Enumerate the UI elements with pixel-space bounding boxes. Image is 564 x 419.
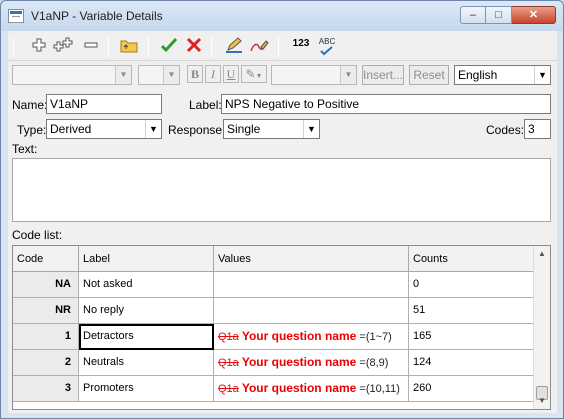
- codes-field[interactable]: 3: [524, 119, 551, 139]
- folder-up-icon[interactable]: [118, 37, 140, 57]
- row-count: 51: [409, 298, 534, 324]
- app-icon: [8, 9, 24, 23]
- name-label: Name:: [12, 98, 48, 112]
- chevron-down-icon: ▼: [303, 120, 319, 138]
- insert-button[interactable]: Insert...: [362, 65, 404, 85]
- value-expression: =(8,9): [359, 357, 389, 369]
- variable-details-window: V1aNP - Variable Details – □ ✕ 123 ABC ▼…: [0, 0, 564, 419]
- chevron-down-icon: ▼: [163, 66, 179, 84]
- type-select[interactable]: Derived ▼: [46, 119, 162, 139]
- row-count: 124: [409, 350, 534, 376]
- bold-button[interactable]: B: [187, 65, 203, 83]
- pen-icon: ✎: [245, 67, 256, 81]
- codes-label: Codes:: [486, 123, 525, 137]
- style-select[interactable]: ▼: [271, 65, 357, 85]
- header-label[interactable]: Label: [79, 246, 214, 272]
- old-question-ref: Q1a: [218, 357, 239, 369]
- plus-plus-icon[interactable]: [53, 37, 75, 57]
- old-question-ref: Q1a: [218, 331, 239, 343]
- question-name-annotation: Your question name: [241, 329, 357, 343]
- row-code: 3: [13, 376, 79, 402]
- row-label[interactable]: Promoters: [79, 376, 214, 402]
- question-name-annotation: Your question name: [241, 381, 357, 395]
- value-expression: =(1~7): [359, 331, 392, 343]
- font-name-select[interactable]: ▼: [12, 65, 132, 85]
- minus-icon[interactable]: [80, 37, 102, 57]
- chevron-down-icon: ▼: [534, 66, 550, 84]
- font-size-select[interactable]: ▼: [138, 65, 180, 85]
- row-code: 1: [13, 324, 79, 350]
- spellcheck-icon[interactable]: ABC: [316, 37, 338, 57]
- row-values[interactable]: [214, 272, 409, 298]
- type-value: Derived: [50, 122, 92, 136]
- code-list-label: Code list:: [12, 228, 63, 242]
- header-counts[interactable]: Counts: [409, 246, 534, 272]
- chevron-down-icon: ▼: [145, 120, 161, 138]
- maximize-button[interactable]: □: [486, 6, 512, 24]
- row-count: 165: [409, 324, 534, 350]
- row-code: NA: [13, 272, 79, 298]
- label-field[interactable]: NPS Negative to Positive: [221, 94, 551, 114]
- header-values[interactable]: Values: [214, 246, 409, 272]
- label-label: Label:: [189, 98, 222, 112]
- type-label: Type:: [17, 123, 47, 137]
- chevron-down-icon: ▼: [115, 66, 131, 84]
- title-bar[interactable]: V1aNP - Variable Details – □ ✕: [1, 1, 563, 31]
- highlight-button[interactable]: ✎▼: [241, 65, 267, 83]
- response-value: Single: [227, 122, 261, 136]
- row-label[interactable]: Not asked: [79, 272, 214, 298]
- scroll-up-icon[interactable]: ▲: [534, 246, 550, 262]
- language-value: English: [458, 68, 498, 82]
- row-count: 0: [409, 272, 534, 298]
- numbering-text: 123: [292, 38, 310, 49]
- language-select[interactable]: English ▼: [454, 65, 551, 85]
- spellcheck-text: ABC: [318, 37, 336, 46]
- scroll-down-icon[interactable]: ▼: [534, 393, 550, 409]
- close-button[interactable]: ✕: [512, 6, 556, 24]
- old-question-ref: Q1a: [218, 383, 239, 395]
- row-code: NR: [13, 298, 79, 324]
- row-values[interactable]: Q1a Your question name =(8,9): [214, 350, 409, 376]
- row-code: 2: [13, 350, 79, 376]
- row-label-selected[interactable]: Detractors: [79, 324, 214, 350]
- main-toolbar: 123 ABC: [8, 31, 557, 61]
- dialog-body: 123 ABC ▼ ▼ B I U ✎▼ ▼ Insert... Reset E…: [8, 31, 557, 413]
- italic-button[interactable]: I: [205, 65, 221, 83]
- edit-icon[interactable]: [223, 37, 245, 57]
- row-values[interactable]: Q1a Your question name =(10,11): [214, 376, 409, 402]
- chart-edit-icon[interactable]: [248, 37, 270, 57]
- response-label: Response:: [168, 123, 226, 137]
- row-values[interactable]: [214, 298, 409, 324]
- text-label: Text:: [12, 142, 38, 156]
- cross-icon[interactable]: [183, 37, 205, 57]
- numbering-icon[interactable]: 123: [290, 37, 312, 57]
- row-count: 260: [409, 376, 534, 402]
- text-area[interactable]: [12, 158, 551, 222]
- chevron-down-icon: ▼: [340, 66, 356, 84]
- vertical-scrollbar[interactable]: ▲ ▼: [533, 246, 550, 409]
- code-list-grid[interactable]: Code Label Values Counts NA Not asked 0 …: [12, 245, 551, 410]
- minimize-button[interactable]: –: [460, 6, 486, 24]
- row-values[interactable]: Q1a Your question name =(1~7): [214, 324, 409, 350]
- name-field[interactable]: V1aNP: [46, 94, 162, 114]
- header-code[interactable]: Code: [13, 246, 79, 272]
- value-expression: =(10,11): [359, 383, 400, 395]
- window-title: V1aNP - Variable Details: [31, 9, 163, 23]
- row-label[interactable]: Neutrals: [79, 350, 214, 376]
- response-select[interactable]: Single ▼: [223, 119, 320, 139]
- underline-button[interactable]: U: [223, 65, 239, 83]
- row-label[interactable]: No reply: [79, 298, 214, 324]
- format-toolbar: ▼ ▼ B I U ✎▼ ▼ Insert... Reset English ▼: [8, 63, 557, 87]
- question-name-annotation: Your question name: [241, 355, 357, 369]
- check-icon[interactable]: [158, 37, 180, 57]
- reset-button[interactable]: Reset: [409, 65, 449, 85]
- plus-icon[interactable]: [28, 37, 50, 57]
